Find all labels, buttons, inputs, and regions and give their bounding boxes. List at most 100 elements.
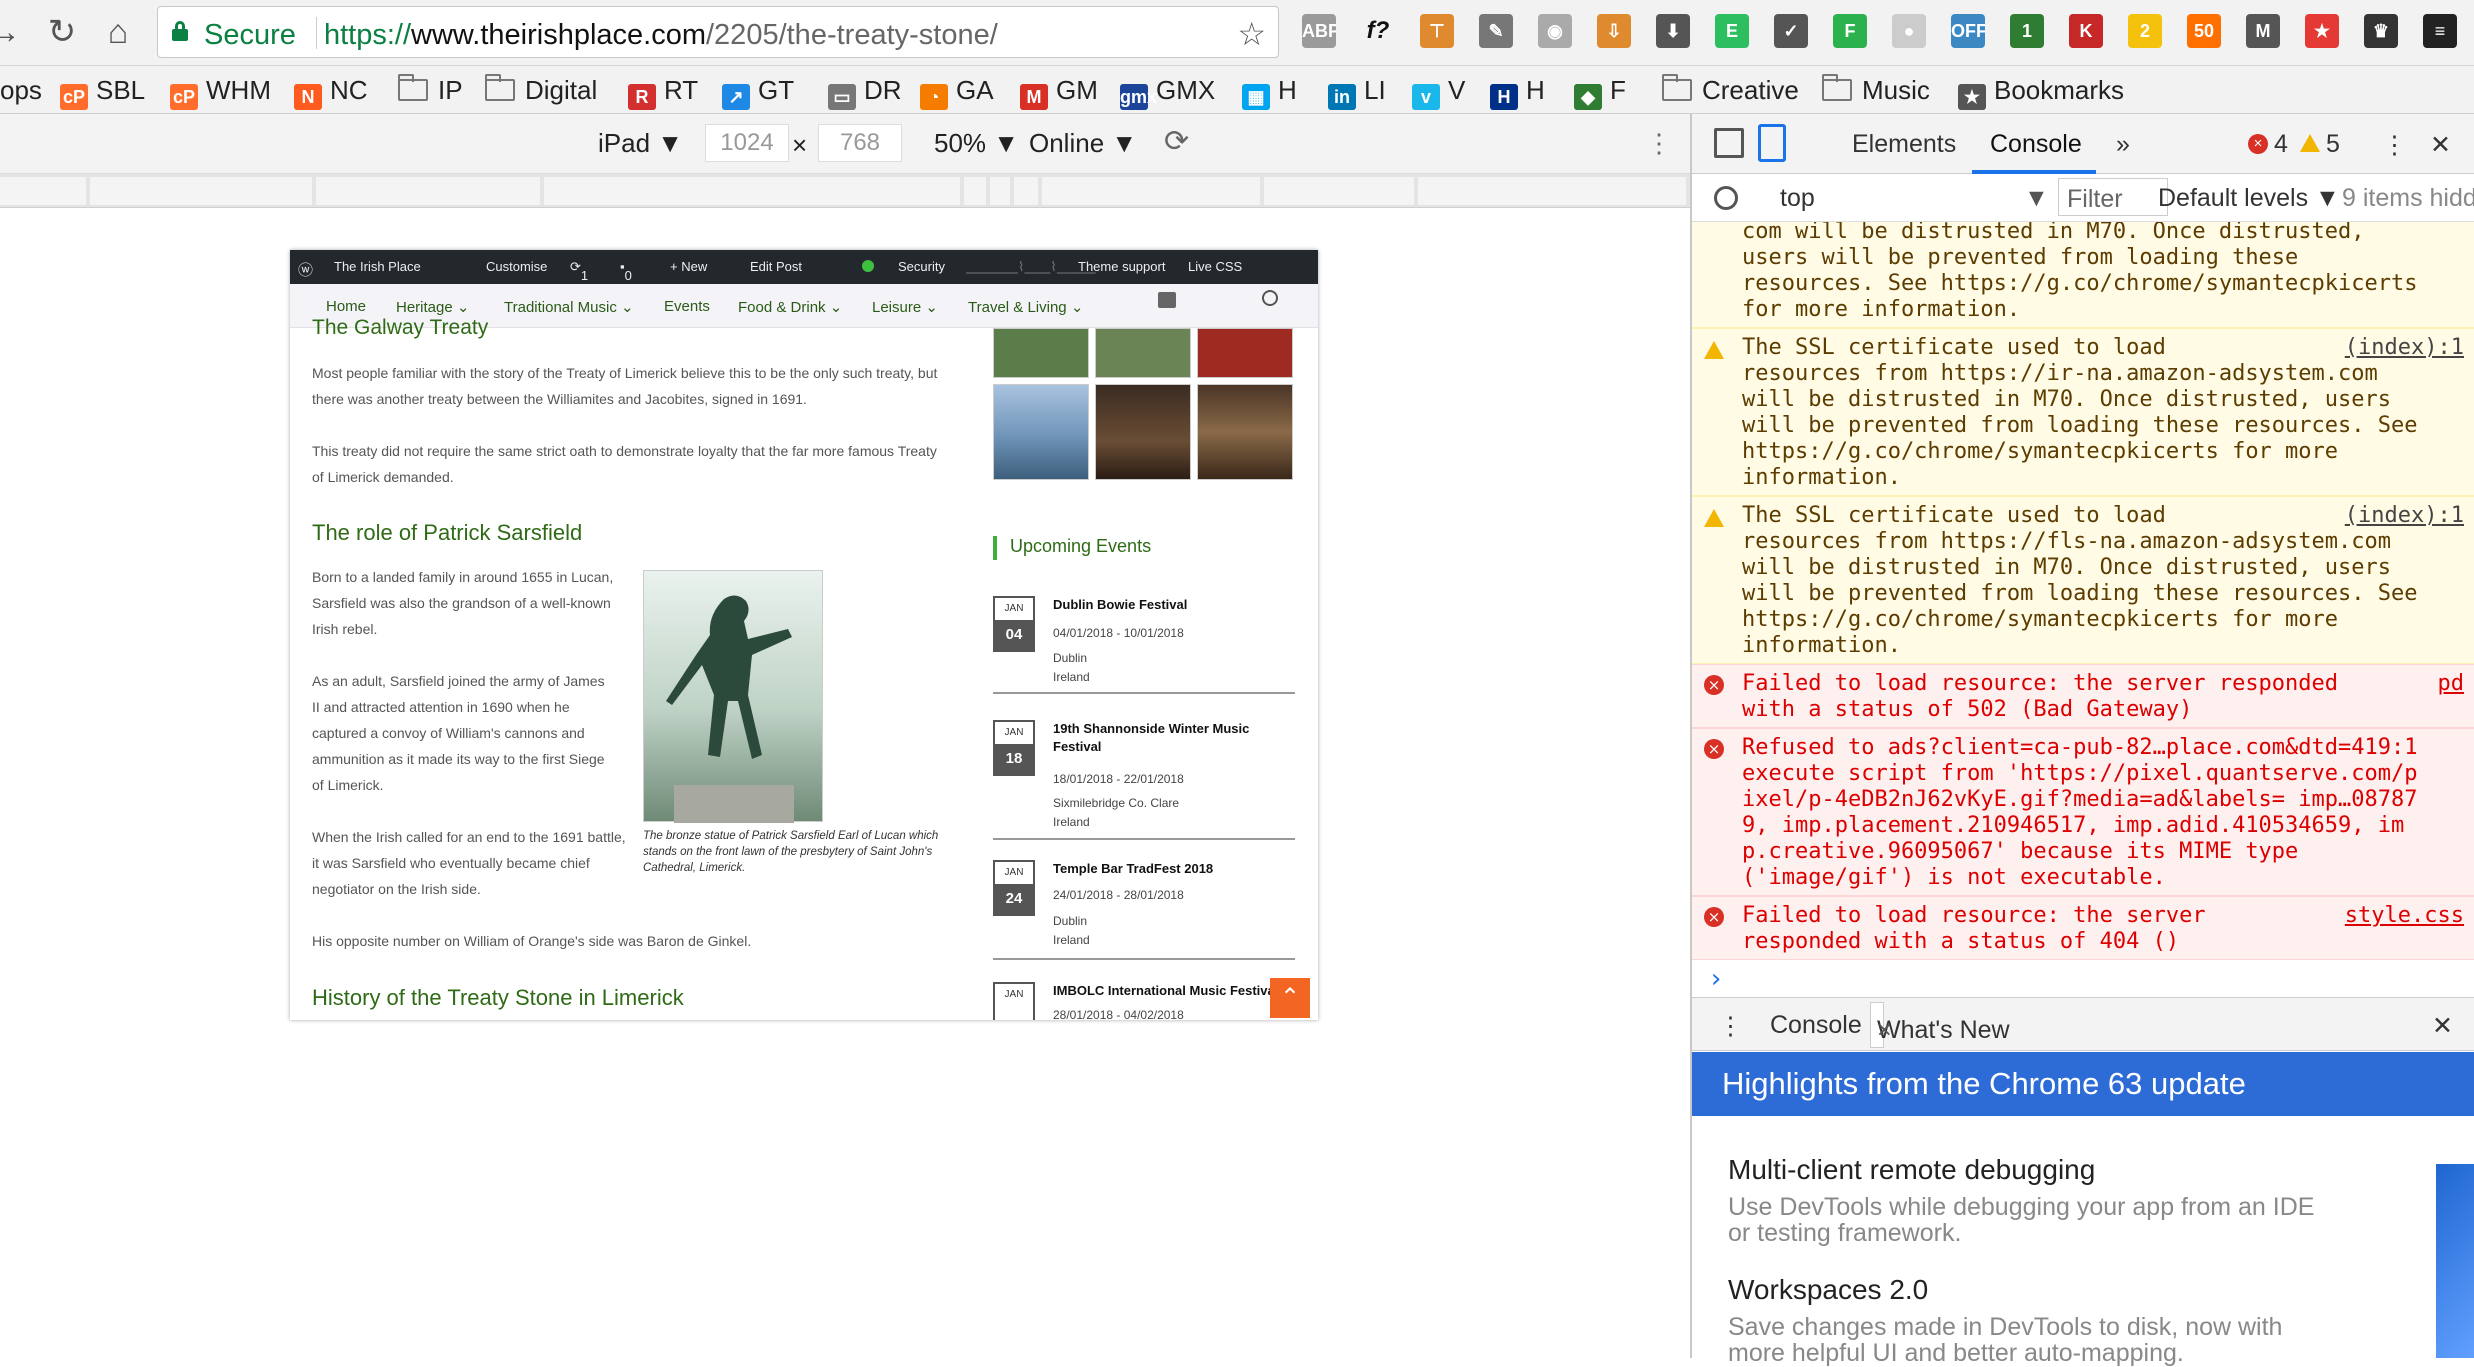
device-select[interactable]: iPad ▼ bbox=[598, 128, 683, 159]
inspect-icon[interactable] bbox=[1714, 128, 1744, 158]
bookmark-rt[interactable]: R RT bbox=[628, 74, 698, 110]
bookmark-whm[interactable]: cP WHM bbox=[170, 74, 271, 110]
admin-security[interactable]: Security bbox=[898, 259, 945, 274]
formula-extension-icon[interactable]: f? bbox=[1361, 14, 1395, 48]
more-tabs-icon[interactable]: » bbox=[2116, 130, 2130, 159]
nav-leisure[interactable]: Leisure ⌄ bbox=[872, 298, 938, 316]
devtools-menu-icon[interactable]: ⋮ bbox=[2382, 130, 2407, 160]
event-title[interactable]: IMBOLC International Music Festival bbox=[1053, 982, 1293, 1000]
admin-new[interactable]: + New bbox=[670, 259, 707, 274]
tool-extension-icon[interactable]: ⊤ bbox=[1420, 14, 1454, 48]
calendar-extension-icon[interactable]: 1 bbox=[2010, 14, 2044, 48]
nav-traditional-music[interactable]: Traditional Music ⌄ bbox=[504, 298, 634, 316]
bookmark-gt[interactable]: ↗ GT bbox=[722, 74, 794, 110]
filter-input[interactable]: Filter bbox=[2058, 178, 2168, 216]
url-text[interactable]: https://www.theirishplace.com/2205/the-t… bbox=[324, 19, 998, 52]
warning-count[interactable]: 5 bbox=[2326, 130, 2340, 159]
message-source-link[interactable]: pd bbox=[2438, 671, 2465, 697]
admin-edit-post[interactable]: Edit Post bbox=[750, 259, 802, 274]
console-error[interactable]: × Failed to load resource: the server resp… bbox=[1692, 896, 2474, 960]
event-title[interactable]: Temple Bar TradFest 2018 bbox=[1053, 860, 1293, 878]
message-source-link[interactable]: (index):1 bbox=[2345, 335, 2464, 361]
nav-events[interactable]: Events bbox=[664, 298, 710, 315]
bookmark-sbl[interactable]: cP SBL bbox=[60, 74, 145, 110]
admin-customise[interactable]: Customise bbox=[486, 259, 547, 274]
camera-extension-icon[interactable]: ◉ bbox=[1538, 14, 1572, 48]
forward-icon[interactable]: → bbox=[0, 14, 22, 50]
home-icon[interactable]: ⌂ bbox=[100, 14, 136, 50]
feedly-extension-icon[interactable]: F bbox=[1833, 14, 1867, 48]
nav-travel-living[interactable]: Travel & Living ⌄ bbox=[968, 298, 1083, 316]
console-error[interactable]: × Failed to load resource: the server res… bbox=[1692, 664, 2474, 728]
tab-console[interactable]: Console bbox=[1990, 130, 2082, 159]
fifty-extension-icon[interactable]: 50 bbox=[2187, 14, 2221, 48]
nav-heritage[interactable]: Heritage ⌄ bbox=[396, 298, 469, 316]
bookmark-v[interactable]: vV bbox=[1412, 74, 1465, 110]
tab-elements[interactable]: Elements bbox=[1852, 130, 1956, 159]
bookmark-bookmarks[interactable]: ★ Bookmarks bbox=[1958, 74, 2124, 110]
bookmark-h[interactable]: ▦ H bbox=[1242, 74, 1297, 110]
close-devtools-icon[interactable]: ✕ bbox=[2430, 130, 2451, 160]
crown-extension-icon[interactable]: ♛ bbox=[2364, 14, 2398, 48]
console-warning[interactable]: com will be distrusted in M70. Once dist… bbox=[1692, 222, 2474, 328]
clear-console-icon[interactable] bbox=[1714, 186, 1738, 210]
stripes-extension-icon[interactable]: ≡ bbox=[2423, 14, 2457, 48]
event-item[interactable]: JAN IMBOLC International Music Festival … bbox=[993, 982, 1295, 1020]
bookmark-li[interactable]: in LI bbox=[1328, 74, 1386, 110]
bookmark-music[interactable]: Music bbox=[1822, 74, 1930, 106]
bookmark-ip[interactable]: IP bbox=[398, 74, 463, 106]
site-preview[interactable]: ⓦ The Irish Place Customise ⟳ 1 ▪ 0 + Ne… bbox=[290, 250, 1318, 1020]
admin-updates[interactable]: ⟳ 1 bbox=[570, 259, 588, 283]
bookmark-ops[interactable]: ops bbox=[0, 74, 42, 106]
pocket-extension-icon[interactable]: ✓ bbox=[1774, 14, 1808, 48]
message-source-link[interactable]: (index):1 bbox=[2345, 503, 2464, 529]
bookmark-gmx[interactable]: gmxGMX bbox=[1120, 74, 1215, 110]
abp-extension-icon[interactable]: ABP bbox=[1302, 14, 1336, 48]
bulb-extension-icon[interactable]: 2 bbox=[2128, 14, 2162, 48]
error-count[interactable]: 4 bbox=[2274, 130, 2288, 159]
drawer-menu-icon[interactable]: ⋮ bbox=[1718, 1011, 1743, 1041]
gallery-thumb-3[interactable] bbox=[1197, 328, 1293, 378]
admin-comments[interactable]: ▪ 0 bbox=[620, 259, 632, 283]
zoom-select[interactable]: 50% ▼ bbox=[934, 128, 1019, 159]
bookmark-creative[interactable]: Creative bbox=[1662, 74, 1799, 106]
chat-icon[interactable] bbox=[1158, 292, 1176, 308]
bookmark-f[interactable]: ◆ F bbox=[1574, 74, 1626, 110]
event-item[interactable]: JAN 18 19th Shannonside Winter Music Fest… bbox=[993, 720, 1295, 840]
more-icon[interactable]: ⋮ bbox=[1646, 128, 1672, 159]
scroll-top-button[interactable]: ⌃ bbox=[1270, 978, 1310, 1018]
event-title[interactable]: 19th Shannonside Winter Music Festival bbox=[1053, 720, 1293, 756]
console-warning[interactable]: The SSL certificate used to load resource… bbox=[1692, 496, 2474, 664]
context-dropdown-icon[interactable]: ▼ bbox=[2024, 184, 2049, 213]
reload-icon[interactable]: ↻ bbox=[44, 14, 80, 50]
k-extension-icon[interactable]: K bbox=[2069, 14, 2103, 48]
device-toggle-icon[interactable] bbox=[1758, 124, 1786, 162]
gallery-thumb-5[interactable] bbox=[1095, 384, 1191, 480]
bookmark-gm[interactable]: M GM bbox=[1020, 74, 1098, 110]
event-title[interactable]: Dublin Bowie Festival bbox=[1053, 596, 1293, 614]
nav-home[interactable]: Home bbox=[326, 298, 366, 315]
rotate-icon[interactable]: ⟳ bbox=[1164, 124, 1189, 159]
network-select[interactable]: Online ▼ bbox=[1029, 128, 1137, 159]
bookmark-digital[interactable]: Digital bbox=[485, 74, 597, 106]
event-item[interactable]: JAN 24 Temple Bar TradFest 2018 24/01/201… bbox=[993, 860, 1295, 960]
console-warning[interactable]: The SSL certificate used to load resource… bbox=[1692, 328, 2474, 496]
starred-extension-icon[interactable]: ★ bbox=[2305, 14, 2339, 48]
bookmark-h[interactable]: HH bbox=[1490, 74, 1545, 110]
event-item[interactable]: JAN 04 Dublin Bowie Festival 04/01/2018 -… bbox=[993, 596, 1295, 694]
m-extension-icon[interactable]: M bbox=[2246, 14, 2280, 48]
message-source-link[interactable]: style.css bbox=[2345, 903, 2464, 929]
eyedropper-extension-icon[interactable]: ✎ bbox=[1479, 14, 1513, 48]
gallery-thumb-6[interactable] bbox=[1197, 384, 1293, 480]
drawer-tab-whats-new[interactable]: What's New × bbox=[1870, 1002, 2010, 1048]
gallery-thumb-2[interactable] bbox=[1095, 328, 1191, 378]
whats-new-item[interactable]: Multi-client remote debugging Use DevToo… bbox=[1728, 1154, 2328, 1246]
wordpress-icon[interactable]: ⓦ bbox=[298, 259, 313, 280]
admin-site-name[interactable]: The Irish Place bbox=[334, 259, 421, 274]
admin-theme-support[interactable]: Theme support bbox=[1078, 259, 1165, 274]
console-error[interactable]: × Refused to ads?client=ca-pub-82…place.c… bbox=[1692, 728, 2474, 896]
close-drawer-icon[interactable]: ✕ bbox=[2432, 1011, 2453, 1041]
bookmark-star-icon[interactable]: ☆ bbox=[1237, 15, 1266, 53]
admin-live-css[interactable]: Live CSS bbox=[1188, 259, 1242, 274]
media-query-ruler[interactable] bbox=[0, 174, 1690, 208]
